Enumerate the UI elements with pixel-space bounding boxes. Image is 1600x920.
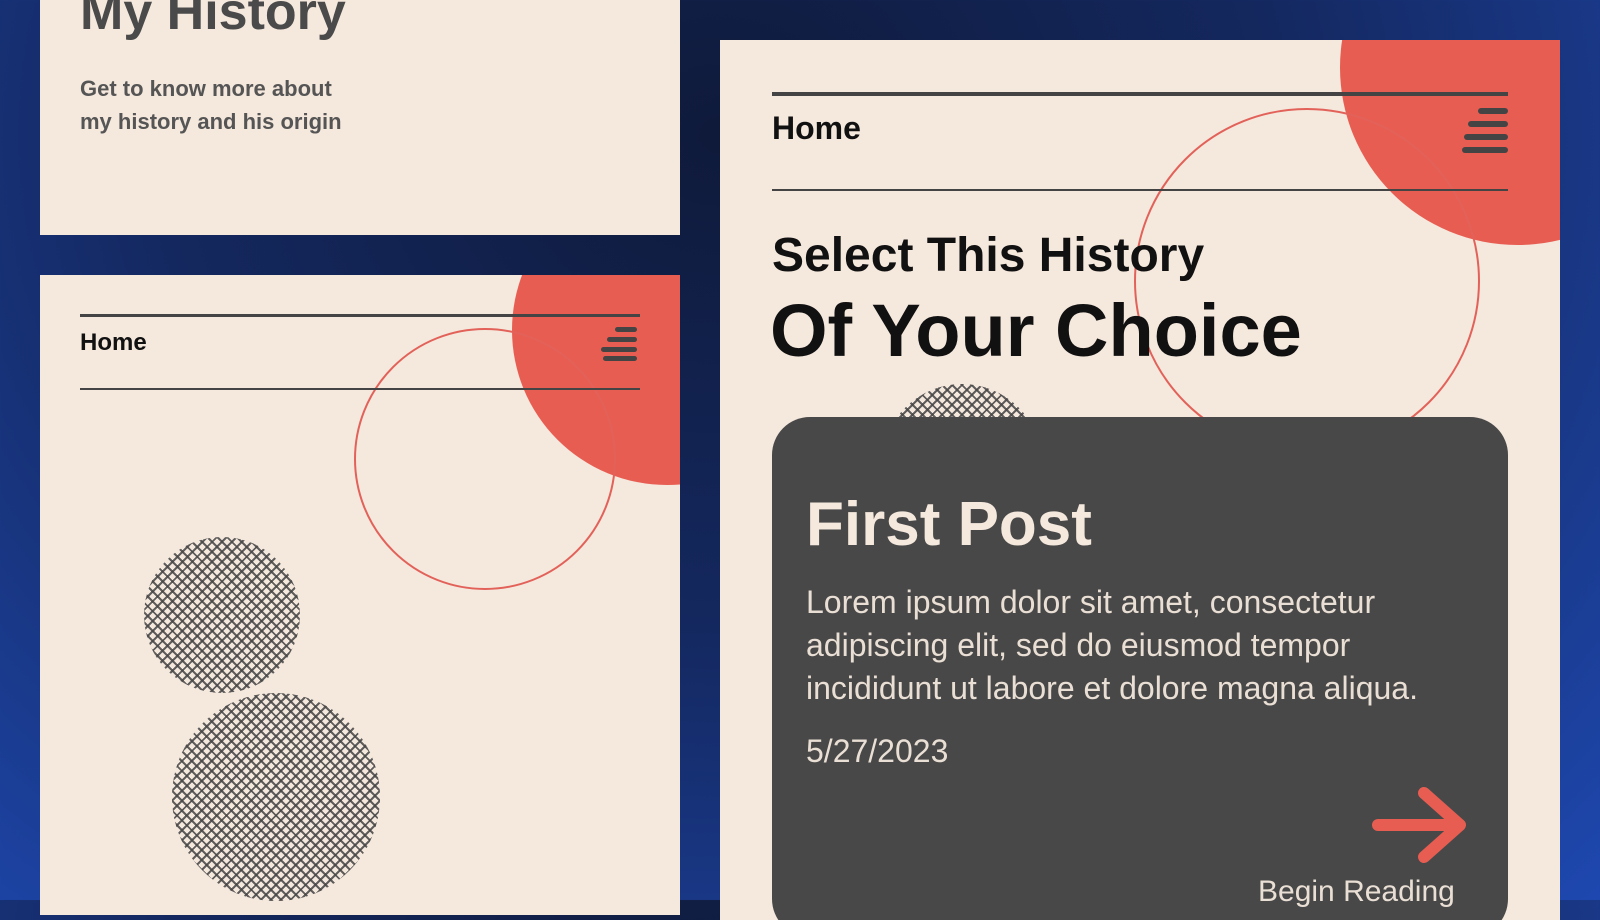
nav-top-rule <box>80 314 640 317</box>
history-subtitle-line2: my history and his origin <box>80 109 342 134</box>
decorative-pattern-circle <box>144 537 300 693</box>
heading-line-1: Select This History <box>772 229 1205 282</box>
arrow-right-icon[interactable] <box>1372 785 1468 865</box>
decorative-ring <box>354 328 616 590</box>
nav-top-rule <box>772 92 1508 96</box>
heading-line-2: Of Your Choice <box>770 289 1302 372</box>
post-body: Lorem ipsum dolor sit amet, consectetur … <box>806 584 1418 706</box>
history-subtitle-line1: Get to know more about <box>80 76 332 101</box>
nav-bottom-rule <box>772 189 1508 191</box>
post-title: First Post <box>806 490 1092 559</box>
nav-home-label[interactable]: Home <box>772 110 861 147</box>
home-card-large: Home Select This History Of Your Choice … <box>720 40 1560 920</box>
post-card[interactable]: First Post Lorem ipsum dolor sit amet, c… <box>772 417 1508 920</box>
nav-bottom-rule <box>80 388 640 390</box>
home-card-small: Home <box>40 275 680 915</box>
history-card: My History Get to know more about my his… <box>40 0 680 235</box>
hamburger-menu-icon[interactable] <box>1462 108 1508 154</box>
decorative-pattern-circle <box>172 693 380 901</box>
nav-home-label[interactable]: Home <box>80 329 147 357</box>
history-subtitle: Get to know more about my history and hi… <box>80 72 342 138</box>
hamburger-menu-icon[interactable] <box>601 327 637 361</box>
history-title: My History <box>80 0 346 41</box>
begin-reading-link[interactable]: Begin Reading <box>1258 875 1455 909</box>
post-date: 5/27/2023 <box>806 733 949 769</box>
